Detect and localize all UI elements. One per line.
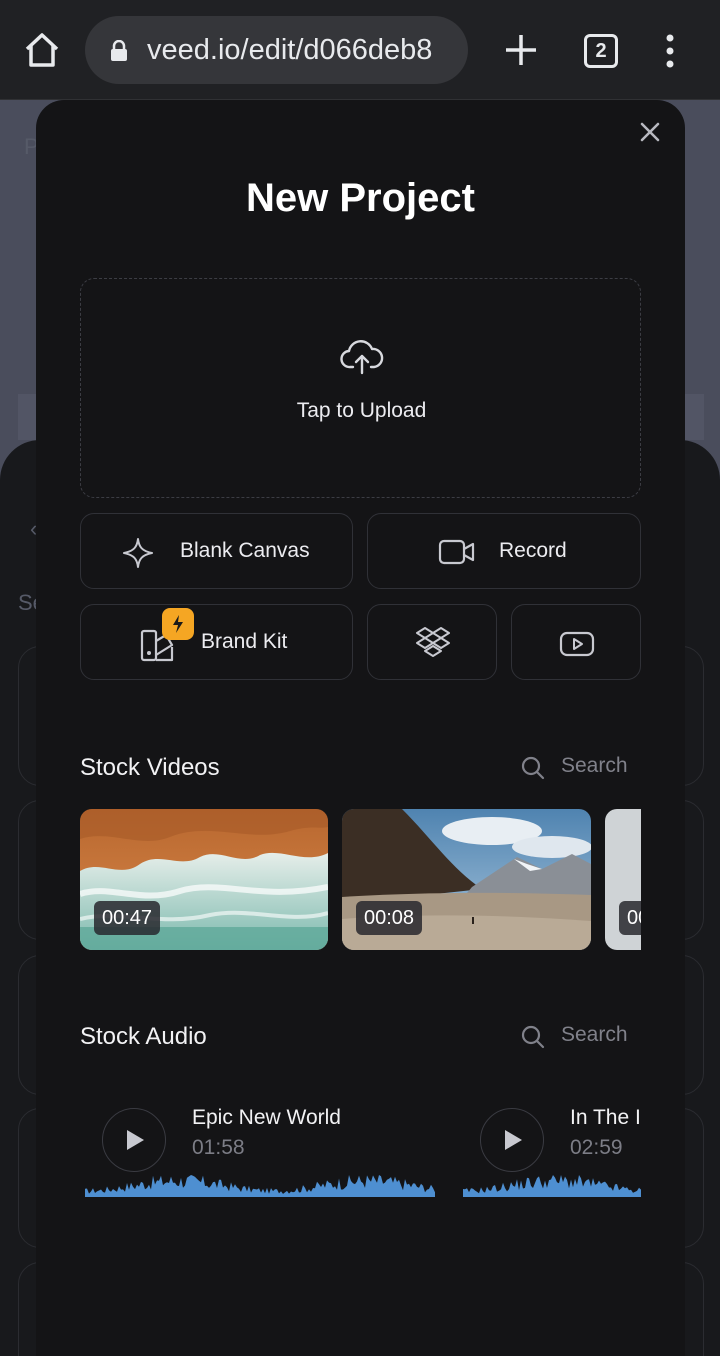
stock-videos-search[interactable]: Search (521, 754, 636, 784)
stock-video-thumbnail[interactable]: 00:08 (342, 809, 591, 950)
stock-audio-title: Stock Audio (80, 1023, 207, 1050)
tab-switcher-icon[interactable]: 2 (584, 34, 618, 68)
sparkle-icon (123, 538, 153, 568)
stock-audio-carousel: Epic New World 01:58 In The I 02:59 (80, 1078, 641, 1218)
close-icon[interactable] (638, 120, 662, 144)
stock-videos-carousel: 00:47 00:08 0 (80, 809, 641, 950)
video-duration: 00 (619, 901, 641, 935)
record-button[interactable]: Record (367, 513, 641, 589)
modal-title: New Project (246, 176, 475, 220)
search-placeholder: Search (561, 754, 628, 777)
upload-dropzone[interactable]: Tap to Upload (80, 278, 641, 498)
track-duration: 02:59 (570, 1136, 623, 1159)
premium-badge (162, 608, 194, 640)
cloud-upload-icon (340, 340, 384, 375)
play-icon (505, 1130, 522, 1150)
video-duration: 00:08 (356, 901, 423, 935)
video-camera-icon (438, 539, 475, 565)
play-button[interactable] (102, 1108, 166, 1172)
audio-track[interactable]: Epic New World 01:58 (80, 1078, 440, 1218)
search-icon (521, 756, 545, 780)
blank-canvas-label: Blank Canvas (180, 539, 310, 562)
upload-label: Tap to Upload (296, 399, 427, 422)
dropbox-button[interactable] (367, 604, 497, 680)
dropbox-icon (416, 627, 450, 657)
track-name: In The I (570, 1106, 641, 1129)
plus-icon[interactable] (503, 32, 539, 68)
browser-toolbar: veed.io/edit/d066deb8 2 (0, 0, 720, 100)
search-icon (521, 1025, 545, 1049)
new-project-modal: New Project Tap to Upload Blank Canvas R… (36, 100, 685, 1356)
home-icon[interactable] (22, 30, 62, 70)
play-button[interactable] (480, 1108, 544, 1172)
play-icon (127, 1130, 144, 1150)
track-duration: 01:58 (192, 1136, 245, 1159)
address-bar[interactable]: veed.io/edit/d066deb8 (85, 16, 468, 84)
audio-track[interactable]: In The I 02:59 (458, 1078, 641, 1218)
more-vert-icon[interactable] (660, 34, 680, 68)
audio-waveform (85, 1175, 435, 1197)
video-duration: 00:47 (94, 901, 161, 935)
lock-icon (111, 40, 127, 61)
brand-kit-button[interactable]: Brand Kit (80, 604, 353, 680)
audio-waveform (463, 1175, 641, 1197)
stock-video-thumbnail[interactable]: 00:47 (80, 809, 328, 950)
lightning-icon (173, 615, 183, 633)
youtube-button[interactable] (511, 604, 641, 680)
track-name: Epic New World (192, 1106, 341, 1129)
blank-canvas-button[interactable]: Blank Canvas (80, 513, 353, 589)
stock-video-thumbnail[interactable]: 00 (605, 809, 641, 950)
brand-kit-label: Brand Kit (201, 630, 288, 653)
youtube-icon (559, 631, 595, 657)
url-text: veed.io/edit/d066deb8 (147, 34, 433, 66)
search-placeholder: Search (561, 1023, 628, 1046)
record-label: Record (499, 539, 567, 562)
stock-audio-search[interactable]: Search (521, 1023, 636, 1053)
stock-videos-title: Stock Videos (80, 754, 220, 781)
